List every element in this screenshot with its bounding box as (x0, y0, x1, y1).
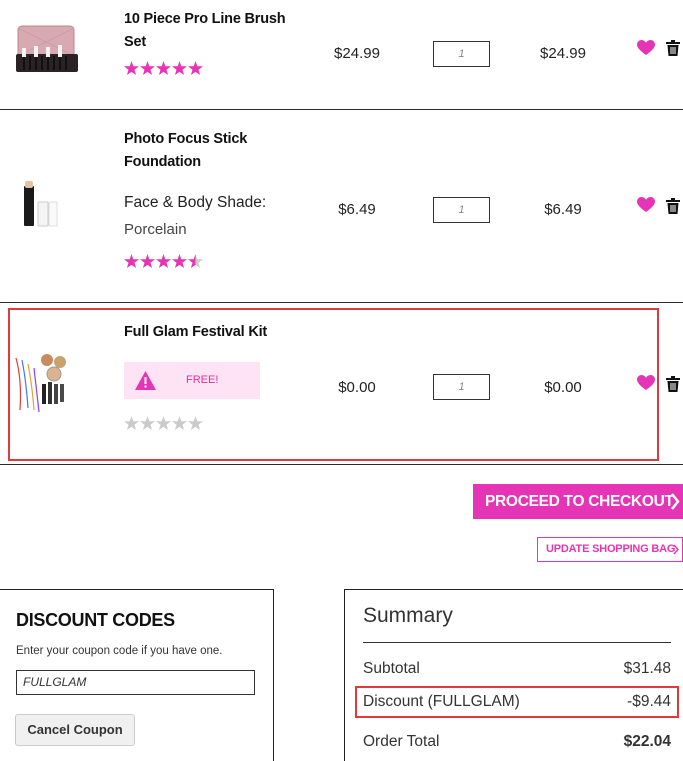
item-title[interactable]: Full Glam Festival Kit (124, 321, 267, 344)
checkout-label[interactable]: PROCEED TO CHECKOUT (485, 493, 674, 510)
row-divider (0, 109, 683, 110)
shade-value: Porcelain (124, 221, 187, 238)
item-title-line[interactable]: Full Glam Festival Kit (124, 321, 267, 344)
star-icon (156, 416, 171, 431)
star-icon (140, 61, 155, 76)
star-icon (188, 416, 203, 431)
warning-icon (135, 371, 156, 390)
summary-divider (363, 642, 671, 643)
quantity-input[interactable]: 1 (433, 41, 490, 67)
trash-icon[interactable] (666, 40, 680, 56)
item-title-line[interactable]: Photo Focus Stick (124, 128, 247, 151)
line-total: $0.00 (544, 379, 582, 396)
trash-icon[interactable] (666, 376, 680, 392)
star-icon (124, 61, 139, 76)
heart-icon[interactable] (637, 197, 655, 213)
rating-stars (124, 254, 203, 270)
star-icon (172, 254, 187, 269)
heart-icon[interactable] (637, 40, 655, 56)
shade-label: Face & Body Shade: (124, 194, 267, 211)
item-title[interactable]: Photo Focus Stick Foundation (124, 128, 247, 174)
item-title-line[interactable]: 10 Piece Pro Line Brush (124, 8, 286, 31)
rating-stars (124, 416, 203, 432)
coupon-code-input[interactable]: FULLGLAM (16, 670, 255, 695)
subtotal-label: Subtotal (363, 660, 420, 677)
row-divider (0, 302, 683, 303)
star-icon (124, 254, 139, 269)
product-image-festival-kit[interactable] (12, 350, 76, 416)
line-total: $6.49 (544, 201, 582, 218)
coupon-hint: Enter your coupon code if you have one. (16, 645, 223, 657)
cancel-coupon-button[interactable]: Cancel Coupon (15, 714, 135, 746)
proceed-to-checkout-button[interactable]: PROCEED TO CHECKOUT (473, 484, 683, 519)
star-icon (156, 61, 171, 76)
update-shopping-bag-button[interactable]: UPDATE SHOPPING BAG (537, 537, 683, 562)
unit-price: $24.99 (334, 45, 380, 62)
discount-value: -$9.44 (627, 693, 671, 710)
item-title[interactable]: 10 Piece Pro Line Brush Set (124, 8, 286, 54)
chevron-right-icon[interactable] (669, 484, 681, 532)
star-icon (172, 61, 187, 76)
unit-price: $0.00 (338, 379, 376, 396)
line-total: $24.99 (540, 45, 586, 62)
quantity-input[interactable]: 1 (433, 197, 490, 223)
star-icon (124, 416, 139, 431)
star-icon (140, 254, 155, 269)
product-image-brush-set[interactable] (10, 20, 82, 78)
row-divider (0, 464, 683, 465)
quantity-input[interactable]: 1 (433, 374, 490, 400)
star-icon (188, 61, 203, 76)
star-icon (172, 416, 187, 431)
discount-codes-title: DISCOUNT CODES (16, 610, 175, 630)
order-total-value: $22.04 (623, 733, 671, 750)
chevron-right-icon[interactable] (672, 538, 680, 570)
star-icon (140, 416, 155, 431)
summary-title: Summary (363, 604, 453, 627)
star-icon (188, 254, 203, 269)
rating-stars (124, 61, 203, 77)
unit-price: $6.49 (338, 201, 376, 218)
trash-icon[interactable] (666, 198, 680, 214)
order-total-label: Order Total (363, 733, 440, 750)
subtotal-value: $31.48 (623, 660, 671, 677)
discount-label: Discount (FULLGLAM) (363, 693, 520, 710)
item-title-line[interactable]: Set (124, 31, 285, 54)
product-image-foundation[interactable] (20, 180, 60, 228)
free-gift-label: FREE! (186, 374, 219, 386)
item-title-line[interactable]: Foundation (124, 151, 247, 174)
star-icon (156, 254, 171, 269)
update-bag-label[interactable]: UPDATE SHOPPING BAG (546, 543, 675, 555)
heart-icon[interactable] (637, 375, 655, 391)
